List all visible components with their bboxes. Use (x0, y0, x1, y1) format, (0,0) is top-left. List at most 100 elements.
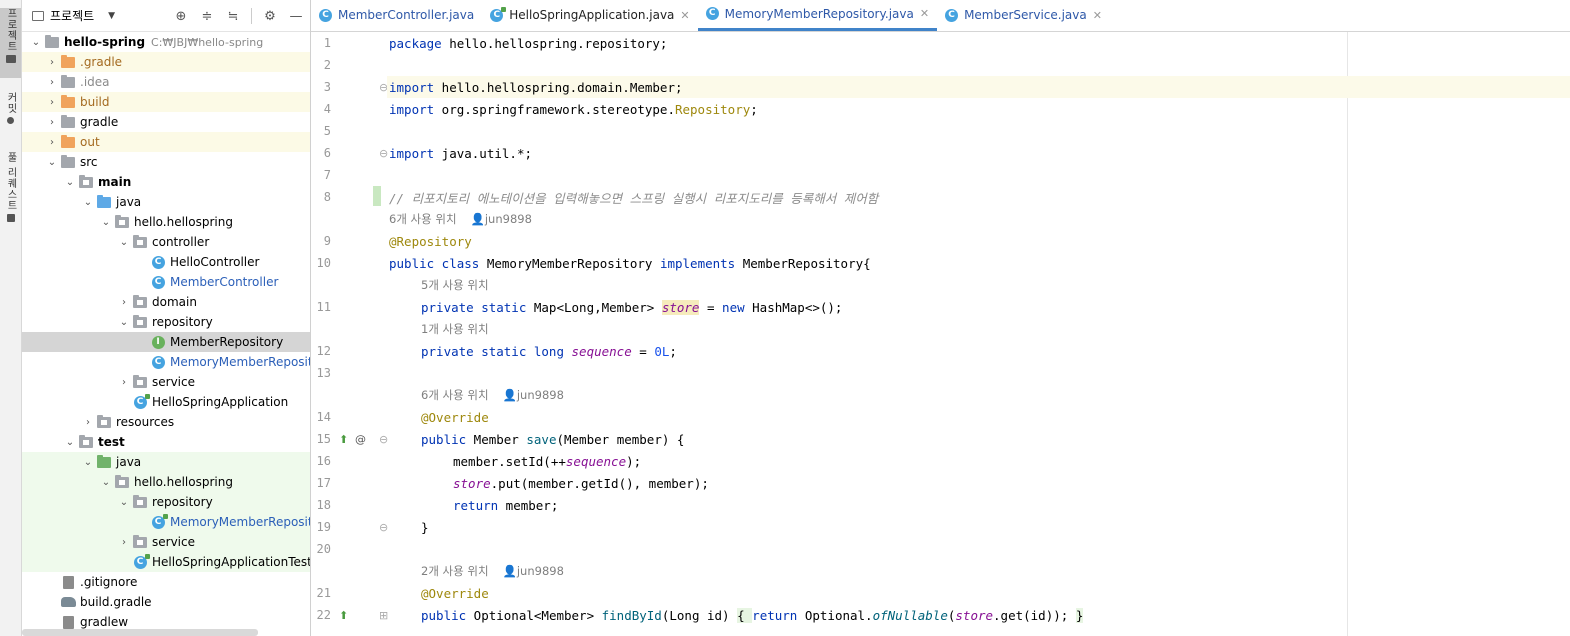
chevron-down-icon[interactable]: ⌄ (116, 237, 132, 248)
close-icon[interactable]: ✕ (680, 9, 689, 22)
keyword: private static (421, 299, 527, 315)
close-icon[interactable]: ✕ (920, 7, 929, 20)
tab-label: HelloSpringApplication.java (509, 8, 675, 22)
tab-memorymemberrepository[interactable]: C MemoryMemberRepository.java ✕ (697, 0, 938, 31)
tab-membercontroller[interactable]: C MemberController.java (311, 0, 482, 31)
chevron-down-icon[interactable]: ⌄ (116, 317, 132, 328)
chevron-down-icon[interactable]: ▼ (108, 11, 115, 21)
autowired-at-icon[interactable]: @ (355, 428, 366, 450)
tree-item[interactable]: › domain (22, 292, 310, 312)
spring-boot-class-icon: C (490, 6, 507, 22)
chevron-down-icon[interactable]: ⌄ (44, 157, 60, 168)
tree-item[interactable]: ⌄ src (22, 152, 310, 172)
chevron-right-icon[interactable]: › (44, 117, 60, 128)
tree-item[interactable]: › gradle (22, 112, 310, 132)
code-editor[interactable]: package hello.hellospring.repository; im… (387, 32, 1570, 636)
usages-hint[interactable]: 5개 사용 위치 (421, 274, 489, 296)
folded-brace[interactable]: } (1075, 607, 1084, 623)
tree-item[interactable]: build.gradle (22, 592, 310, 612)
usages-hint[interactable]: 6개 사용 위치 👤 jun9898 (389, 208, 532, 230)
tree-item[interactable]: ⌄ hello.hellospring (22, 472, 310, 492)
chevron-right-icon[interactable]: › (44, 57, 60, 68)
tree-item[interactable]: ⌄ java (22, 192, 310, 212)
code-text: java.util.*; (434, 145, 532, 161)
usages-hint[interactable]: 6개 사용 위치 👤 jun9898 (421, 384, 564, 406)
tree-item-label: test (98, 435, 125, 449)
tree-item[interactable]: › service (22, 532, 310, 552)
tree-item[interactable]: ⌄ main (22, 172, 310, 192)
code-line-4: import org.springframework.stereotype. Re… (389, 98, 758, 120)
class-icon: C (705, 7, 719, 20)
line-number: 2 (323, 58, 331, 72)
chevron-right-icon[interactable]: › (116, 537, 132, 548)
chevron-down-icon[interactable]: ⌄ (80, 197, 96, 208)
tree-item[interactable]: C MemoryMemberRepository (22, 352, 310, 372)
collapse-all-icon[interactable]: ≒ (225, 8, 241, 24)
tree-item[interactable]: ⌄ test (22, 432, 310, 452)
tree-item-label: hello.hellospring (134, 475, 233, 489)
chevron-down-icon[interactable]: ⌄ (62, 177, 78, 188)
chevron-right-icon[interactable]: › (44, 77, 60, 88)
commit-tool-button[interactable]: 커밋 (0, 92, 21, 132)
chevron-right-icon[interactable]: › (44, 137, 60, 148)
tree-item[interactable]: › out (22, 132, 310, 152)
tree-item[interactable]: C MemberController (22, 272, 310, 292)
tree-item[interactable]: C MemoryMemberRepositoryTest (22, 512, 310, 532)
chevron-down-icon[interactable]: ⌄ (80, 457, 96, 468)
horizontal-scrollbar[interactable] (22, 629, 258, 636)
code-line-22: public Optional<Member> findById (Long id… (421, 604, 1084, 626)
tree-item[interactable]: ⌄ repository (22, 312, 310, 332)
tab-memberservice[interactable]: C MemberService.java ✕ (937, 0, 1110, 31)
line-number: 15 (316, 432, 331, 446)
chevron-down-icon[interactable]: ⌄ (116, 497, 132, 508)
code-line-3: import hello.hellospring.domain.Member; (389, 76, 683, 98)
tree-item[interactable]: ⌄ controller (22, 232, 310, 252)
chevron-down-icon[interactable]: ⌄ (98, 477, 114, 488)
implements-method-icon[interactable]: ⬆ (339, 604, 348, 626)
project-panel-title[interactable]: 프로젝트 (50, 7, 94, 24)
tree-item[interactable]: › .gradle (22, 52, 310, 72)
tree-item[interactable]: › .idea (22, 72, 310, 92)
tree-item-selected[interactable]: I MemberRepository (22, 332, 310, 352)
spring-boot-class-icon: C (132, 393, 150, 409)
tree-item-label: hello-spring (64, 35, 146, 49)
tree-item[interactable]: .gitignore (22, 572, 310, 592)
chevron-right-icon[interactable]: › (116, 377, 132, 388)
tree-root-hello-spring[interactable]: ⌄ hello-spring C:₩JBJ₩hello-spring (22, 32, 310, 52)
implements-method-icon[interactable]: ⬆ (339, 428, 348, 450)
module-folder-icon (78, 434, 94, 449)
chevron-down-icon[interactable]: ⌄ (62, 437, 78, 448)
tab-hellospringapplication[interactable]: C HelloSpringApplication.java ✕ (482, 0, 697, 31)
vcs-change-marker[interactable] (373, 186, 381, 206)
chevron-down-icon[interactable]: ⌄ (98, 217, 114, 228)
tree-item[interactable]: ⌄ repository (22, 492, 310, 512)
close-icon[interactable]: ✕ (1093, 9, 1102, 22)
code-text: member; (498, 497, 559, 513)
project-tool-button[interactable]: 프로젝트 (0, 8, 21, 78)
chevron-down-icon[interactable]: ⌄ (28, 37, 44, 48)
tree-item[interactable]: C HelloController (22, 252, 310, 272)
tree-item[interactable]: › service (22, 372, 310, 392)
chevron-right-icon[interactable]: › (80, 417, 96, 428)
chevron-right-icon[interactable]: › (44, 97, 60, 108)
usages-hint[interactable]: 2개 사용 위치 👤 jun9898 (421, 560, 564, 582)
hide-icon[interactable]: — (288, 8, 304, 24)
gear-icon[interactable]: ⚙ (262, 8, 278, 24)
chevron-right-icon[interactable]: › (116, 297, 132, 308)
tree-item[interactable]: ⌄ java (22, 452, 310, 472)
folded-brace[interactable]: { (737, 607, 753, 623)
keyword: import (389, 79, 435, 95)
tree-item[interactable]: › build (22, 92, 310, 112)
tree-item[interactable]: C HelloSpringApplicationTests (22, 552, 310, 572)
usages-hint[interactable]: 1개 사용 위치 (421, 318, 489, 340)
tree-item[interactable]: C HelloSpringApplication (22, 392, 310, 412)
tree-item[interactable]: › resources (22, 412, 310, 432)
line-number: 14 (316, 410, 331, 424)
package-icon (132, 314, 148, 329)
tree-item[interactable]: ⌄ hello.hellospring (22, 212, 310, 232)
locate-icon[interactable]: ⊕ (173, 8, 189, 24)
folder-icon (60, 94, 76, 109)
package-icon (132, 294, 148, 309)
expand-all-icon[interactable]: ≑ (199, 8, 215, 24)
pull-requests-tool-button[interactable]: 풀 리퀘스트 (0, 152, 21, 230)
